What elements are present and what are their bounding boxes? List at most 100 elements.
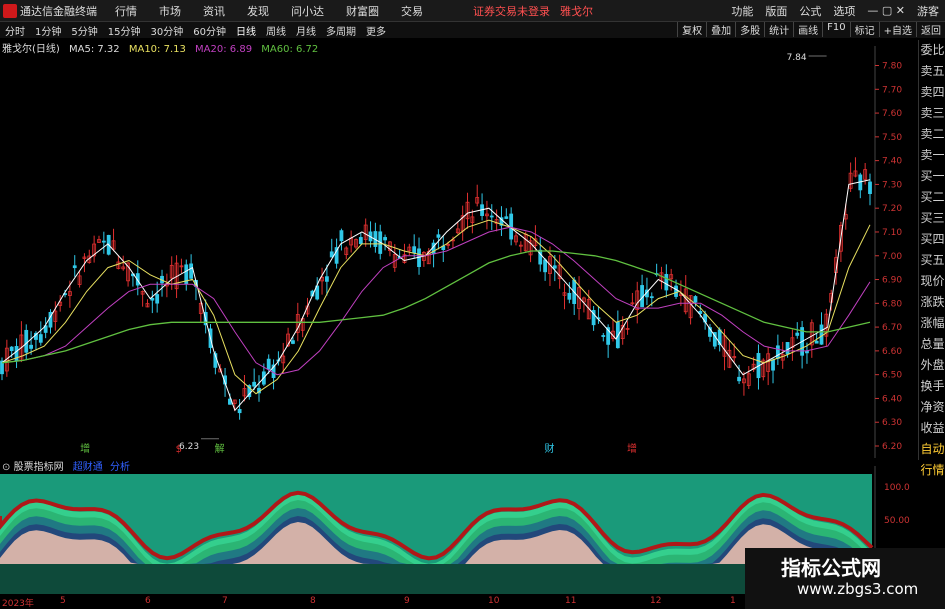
menu-xuanxiang[interactable]: 选项 <box>833 3 855 19</box>
candle-body <box>814 340 819 344</box>
candle-body <box>329 251 334 258</box>
period-multi[interactable]: 多周期 <box>326 23 356 38</box>
watermark-title: 指标公式网 <box>781 556 881 580</box>
candle-body <box>266 358 271 370</box>
menu-gongneng[interactable]: 功能 <box>731 3 753 19</box>
candle-body <box>9 346 14 352</box>
menu-banmian[interactable]: 版面 <box>765 3 787 19</box>
ma-line-MA60 <box>1 250 871 364</box>
menu-zixun[interactable]: 资讯 <box>203 3 225 19</box>
ma-line-MA10 <box>1 219 871 395</box>
tool-fuquan[interactable]: 复权 <box>677 22 706 37</box>
candle-body <box>189 263 194 279</box>
period-5min[interactable]: 5分钟 <box>71 23 97 38</box>
watermark-url: www.zbgs3.com <box>797 580 919 598</box>
price-chart[interactable]: 7.80 7.70 7.60 7.50 7.40 7.30 7.20 7.10 7.00 6.90… <box>0 46 945 458</box>
candle-body <box>291 340 295 344</box>
menu-jiaoyi[interactable]: 交易 <box>401 3 423 19</box>
quote-label-14: 总量 <box>920 337 945 351</box>
price-tick-label-12: 6.60 <box>882 347 902 357</box>
quote-label-9: 买四 <box>920 232 945 246</box>
tool-diejia[interactable]: 叠加 <box>706 22 735 37</box>
quote-label-15: 外盘 <box>920 358 945 372</box>
candle-body <box>38 334 43 343</box>
date-tick-8: 12 <box>650 596 662 606</box>
price-tick-label-4: 7.40 <box>882 157 902 167</box>
date-tick-7: 11 <box>565 596 577 606</box>
window-controls[interactable]: — ▢ ✕ <box>867 4 905 17</box>
menu-bar: 通达信金融终端 行情 市场 资讯 发现 问小达 财富圈 交易 证券交易未登录 雅… <box>0 0 945 22</box>
quote-label-5: 卖一 <box>920 148 945 162</box>
candle-body <box>14 346 19 362</box>
menubar-right: 功能 版面 公式 选项 — ▢ ✕ 游客 <box>725 0 945 21</box>
price-tick-label-5: 7.30 <box>882 180 902 190</box>
price-tick-label-8: 7.00 <box>882 252 902 262</box>
candle-body <box>72 265 77 269</box>
period-weekly[interactable]: 周线 <box>266 23 286 38</box>
period-monthly[interactable]: 月线 <box>296 23 316 38</box>
candle-body <box>504 216 509 219</box>
candle-body <box>24 329 29 353</box>
app-title: 通达信金融终端 <box>20 4 97 18</box>
quote-label-4: 卖二 <box>920 127 945 141</box>
watermark: 指标公式网 www.zbgs3.com <box>745 548 945 609</box>
candle-body <box>771 359 775 371</box>
date-tick-1: 5 <box>60 596 66 606</box>
price-tick-label-14: 6.40 <box>882 394 902 404</box>
tool-biaoji[interactable]: 标记 <box>849 22 879 37</box>
menu-youke[interactable]: 游客 <box>917 3 939 19</box>
quote-label-13: 涨幅 <box>920 316 945 330</box>
menu-faxian[interactable]: 发现 <box>247 3 269 19</box>
candle-body <box>436 234 441 238</box>
candle-body <box>674 285 678 297</box>
ma-line-MA5 <box>1 179 871 412</box>
period-daily[interactable]: 日线 <box>236 23 256 38</box>
menu-gongshi[interactable]: 公式 <box>799 3 821 19</box>
period-60min[interactable]: 60分钟 <box>193 23 226 38</box>
tool-huaxian[interactable]: 画线 <box>793 22 822 37</box>
current-stock: 雅戈尔 <box>560 4 593 18</box>
period-15min[interactable]: 15分钟 <box>108 23 141 38</box>
menu-caifuquan[interactable]: 财富圈 <box>346 3 379 19</box>
price-tick-label-9: 6.90 <box>882 276 902 286</box>
tool-fanhui[interactable]: 返回 <box>916 22 945 37</box>
tool-f10[interactable]: F10 <box>822 22 849 37</box>
period-toolbar: 分时 1分钟 5分钟 15分钟 30分钟 60分钟 日线 周线 月线 多周期 更… <box>0 22 945 38</box>
quote-label-3: 卖三 <box>920 106 945 120</box>
quote-label-12: 涨跌 <box>920 295 945 309</box>
candle-body <box>339 230 344 242</box>
period-more[interactable]: 更多 <box>366 23 386 38</box>
period-30min[interactable]: 30分钟 <box>150 23 183 38</box>
indicator-lower-band <box>0 564 872 594</box>
price-tick-label-6: 7.20 <box>882 204 902 214</box>
candle-body <box>383 237 387 241</box>
menu-wenxiaoda[interactable]: 问小达 <box>291 3 324 19</box>
candle-body <box>324 276 329 282</box>
quote-label-11: 现价 <box>920 274 945 288</box>
login-warning[interactable]: 证券交易未登录 <box>473 3 550 19</box>
date-tick-4: 8 <box>310 596 316 606</box>
period-fenshi[interactable]: 分时 <box>5 23 25 38</box>
price-tick-label-0: 7.80 <box>882 62 902 72</box>
price-tick-label-7: 7.10 <box>882 228 902 238</box>
candle-body <box>664 273 669 291</box>
quote-label-2: 卖四 <box>920 85 945 99</box>
tool-tongji[interactable]: 统计 <box>764 22 793 37</box>
price-tick-label-10: 6.80 <box>882 299 902 309</box>
candle-body <box>237 409 242 414</box>
event-mark-0: 增 <box>80 442 90 455</box>
period-1min[interactable]: 1分钟 <box>35 23 61 38</box>
quote-label-1: 卖五 <box>920 64 945 78</box>
quote-label-19: 自动 <box>920 442 945 456</box>
price-annotation-0: 7.84 <box>787 53 807 63</box>
indicator-tick-1: 50.00 <box>884 516 910 526</box>
menu-shichang[interactable]: 市场 <box>159 3 181 19</box>
tool-duogu[interactable]: 多股 <box>735 22 764 37</box>
candle-body <box>693 296 698 303</box>
quote-label-6: 买一 <box>920 169 945 183</box>
candle-body <box>567 292 572 300</box>
menu-hangqing[interactable]: 行情 <box>115 3 137 19</box>
candle-body <box>819 324 824 345</box>
candle-body <box>412 246 417 254</box>
tool-zixuan[interactable]: +自选 <box>878 22 916 37</box>
